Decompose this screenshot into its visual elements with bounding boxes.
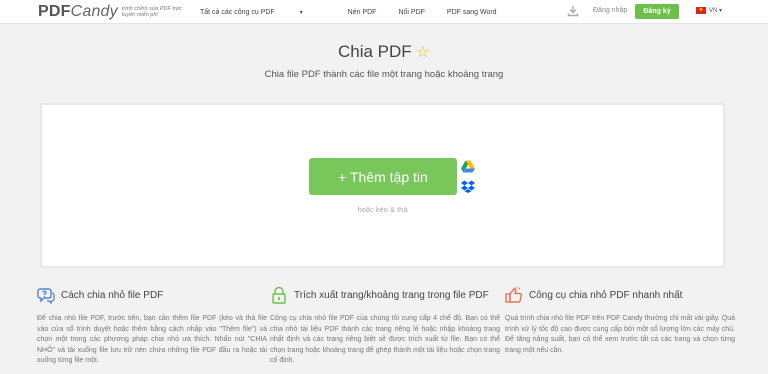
upload-dropzone[interactable]: + Thêm tập tin hoặc kéo & thả [40, 103, 725, 268]
column-title: Cách chia nhỏ file PDF [61, 290, 164, 301]
add-file-button[interactable]: + Thêm tập tin [309, 158, 457, 195]
info-column-fastest: Công cụ chia nhỏ PDF nhanh nhất Quá trìn… [505, 286, 735, 356]
nav-all-tools[interactable]: Tất cả các công cụ PDF ▼ [200, 9, 326, 16]
info-column-extract: Trích xuất trang/khoảng trang trong file… [270, 286, 500, 367]
logo-text: PDFCandy [38, 3, 118, 20]
register-button[interactable]: Đăng ký [635, 4, 679, 19]
main-nav: Tất cả các công cụ PDF ▼ Nén PDF Nối PDF … [200, 0, 519, 24]
drag-drop-hint: hoặc kéo & thả [357, 205, 408, 214]
dropbox-icon[interactable] [461, 180, 475, 193]
google-drive-icon[interactable] [461, 160, 475, 173]
login-link[interactable]: Đăng nhập [593, 7, 627, 14]
page-title: Chia PDF ☆ [337, 42, 431, 61]
nav-compress-pdf[interactable]: Nén PDF [348, 9, 377, 16]
star-icon[interactable]: ☆ [416, 44, 430, 61]
language-selector[interactable]: VN ▾ [709, 7, 722, 14]
column-title: Trích xuất trang/khoảng trang trong file… [294, 290, 489, 301]
chat-question-icon [37, 288, 55, 304]
thumbs-up-icon [505, 287, 523, 303]
column-title: Công cụ chia nhỏ PDF nhanh nhất [529, 290, 683, 301]
column-text: Công cụ chia nhỏ file PDF của chúng tôi … [270, 315, 500, 364]
vietnam-flag-icon[interactable]: ★ [696, 7, 706, 14]
download-icon[interactable] [567, 5, 579, 17]
logo[interactable]: PDFCandy trình chỉnh sửa PDF trực tuyến … [38, 3, 192, 21]
page-subtitle: Chia file PDF thành các file một trang h… [264, 69, 504, 80]
caret-down-icon: ▼ [298, 9, 304, 16]
logo-tagline: trình chỉnh sửa PDF trực tuyến miễn phí [121, 6, 182, 18]
column-text: Để chia nhỏ file PDF, trước tiên, bạn cầ… [37, 315, 267, 364]
nav-pdf-to-word[interactable]: PDF sang Word [447, 9, 497, 16]
top-header: PDFCandy trình chỉnh sửa PDF trực tuyến … [0, 0, 768, 24]
lock-icon [272, 286, 286, 304]
column-text: Quá trình chia nhỏ file PDF trên PDF Can… [505, 315, 735, 354]
nav-merge-pdf[interactable]: Nối PDF [398, 9, 424, 16]
info-column-how-to: Cách chia nhỏ file PDF Để chia nhỏ file … [37, 286, 267, 367]
